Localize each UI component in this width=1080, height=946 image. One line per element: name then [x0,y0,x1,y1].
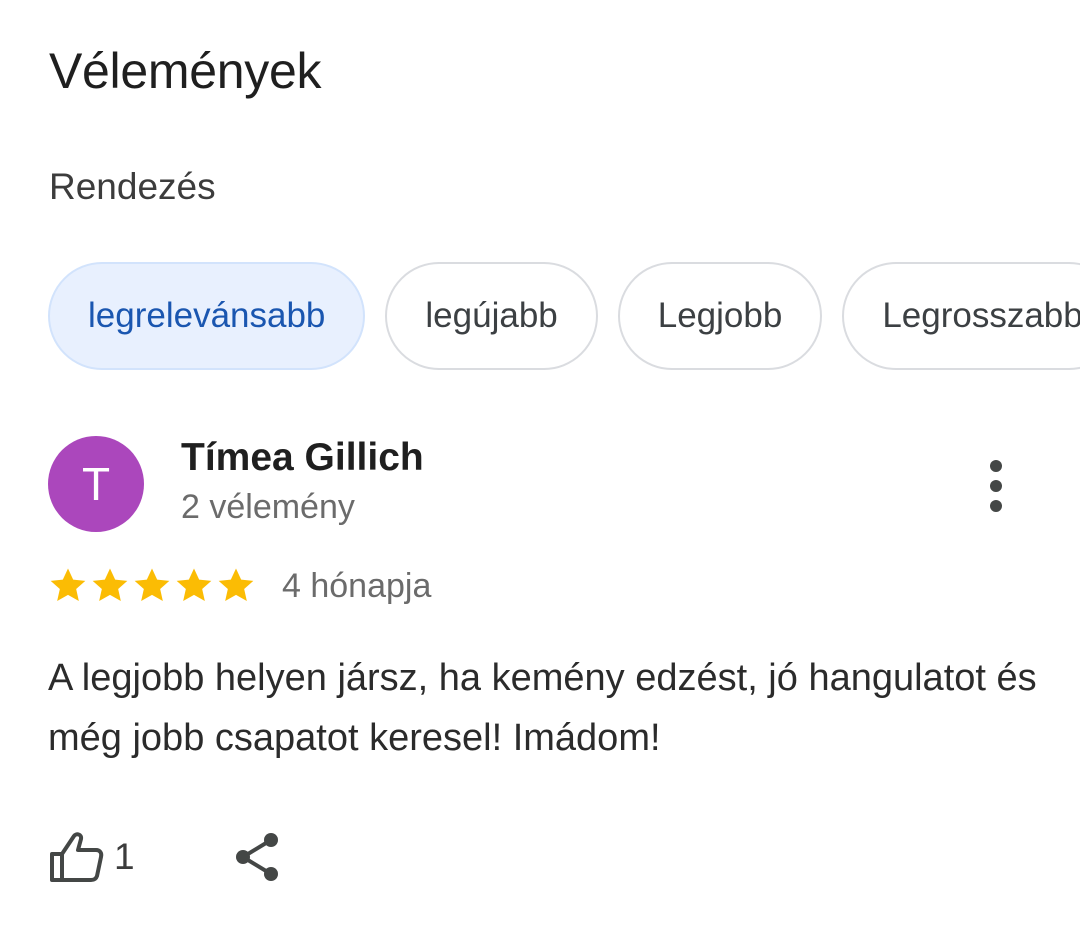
like-count: 1 [114,836,135,877]
review-text: A legjobb helyen jársz, ha kemény edzést… [48,657,1037,759]
star-icon [92,568,128,601]
share-icon [235,833,278,881]
sort-chip-worst[interactable]: Legrosszabb [842,262,1080,370]
like-button[interactable]: 1 [48,830,135,884]
rating-row: 4 hónapja [48,566,431,606]
reviewer-review-count: 2 vélemény [181,488,355,526]
sort-chip-newest[interactable]: legújabb [385,262,598,370]
more-vert-icon [990,460,1002,512]
thumb-up-icon [50,832,104,882]
sort-chip-bar: legrelevánsabb legújabb Legjobb Legrossz… [48,262,1080,370]
sort-chip-most-relevant[interactable]: legrelevánsabb [48,262,366,370]
page-title: Vélemények [49,43,322,99]
star-icon [134,568,170,601]
reviewer-name[interactable]: Tímea Gillich [181,436,424,480]
star-icon [176,568,212,601]
reviewer-avatar[interactable]: T [48,436,144,532]
sort-label: Rendezés [49,166,216,207]
star-icon [218,568,254,601]
star-icon [50,568,86,601]
share-button[interactable] [231,830,283,884]
review-actions: 1 [48,830,283,884]
review-time: 4 hónapja [282,566,432,605]
more-options-button[interactable] [970,456,1022,516]
star-rating [48,566,256,606]
sort-chip-best[interactable]: Legjobb [617,262,823,370]
